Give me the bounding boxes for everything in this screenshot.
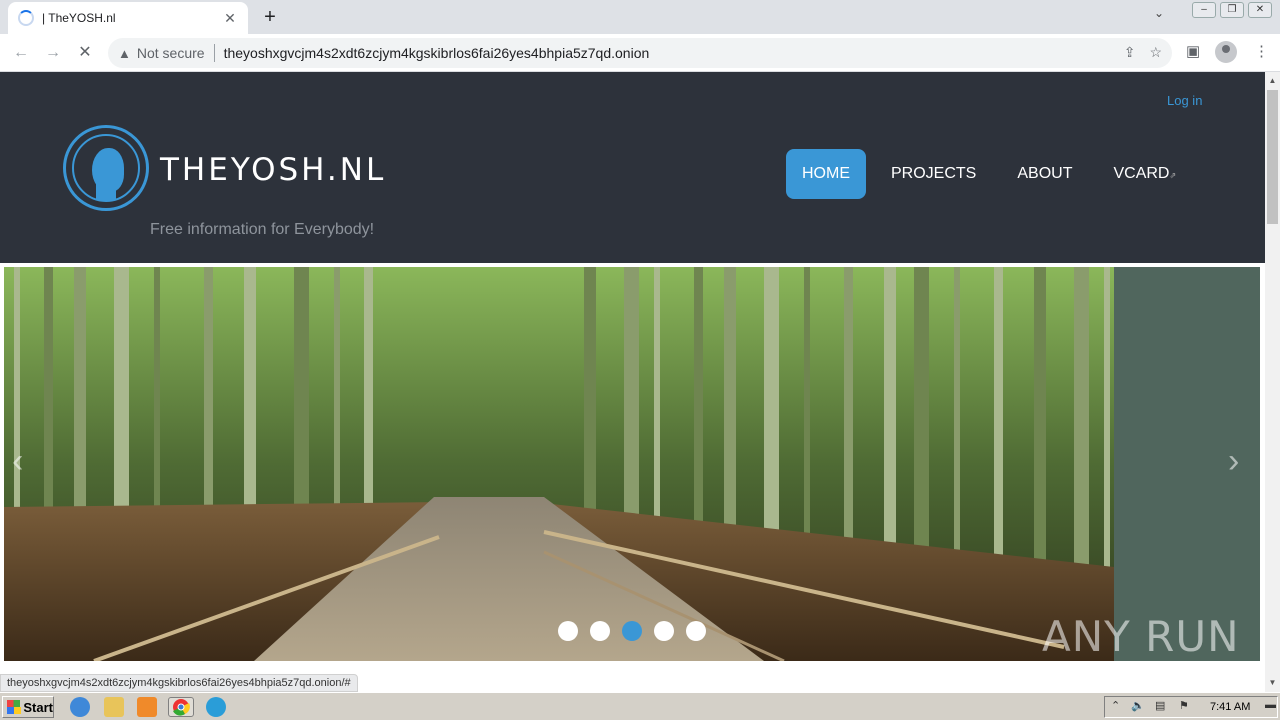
loading-spinner-icon bbox=[18, 10, 34, 26]
carousel-dot[interactable] bbox=[622, 621, 642, 641]
bamboo-stalk bbox=[994, 267, 1003, 597]
carousel-dot[interactable] bbox=[558, 621, 578, 641]
scroll-up-icon[interactable]: ▲ bbox=[1265, 74, 1280, 88]
chrome-taskbar-button[interactable] bbox=[168, 697, 194, 717]
bamboo-stalk bbox=[954, 267, 960, 597]
nav-about[interactable]: ABOUT bbox=[1001, 149, 1088, 199]
close-window-button[interactable]: ✕ bbox=[1248, 2, 1272, 18]
profile-avatar-icon[interactable] bbox=[1215, 41, 1237, 63]
windows-taskbar: Start ⌃ 🔈 ▤ ⚑ ▬ 7:41 AM bbox=[0, 692, 1280, 720]
bamboo-forest-image bbox=[4, 267, 1260, 661]
omnibox-actions: ⇪ ☆ bbox=[1124, 44, 1162, 61]
edge-icon[interactable] bbox=[206, 697, 226, 717]
tray-expand-icon[interactable]: ⌃ bbox=[1111, 699, 1120, 712]
action-center-flag-icon[interactable]: ⚑ bbox=[1179, 699, 1189, 712]
bamboo-stalk bbox=[1074, 267, 1089, 597]
logo-ring bbox=[72, 134, 140, 202]
bamboo-stalk bbox=[1104, 267, 1110, 597]
chrome-icon bbox=[173, 699, 190, 716]
minimize-button[interactable]: – bbox=[1192, 2, 1216, 18]
bamboo-stalk bbox=[1034, 267, 1046, 597]
tab-title: | TheYOSH.nl bbox=[42, 11, 116, 25]
carousel-next-icon[interactable]: › bbox=[1228, 442, 1239, 481]
login-link[interactable]: Log in bbox=[1167, 93, 1202, 108]
windows-logo-icon bbox=[7, 700, 22, 714]
browser-tab[interactable]: | TheYOSH.nl ✕ bbox=[8, 2, 248, 34]
carousel-dot[interactable] bbox=[686, 621, 706, 641]
side-panel-icon[interactable]: ▣ bbox=[1186, 42, 1200, 60]
anyrun-watermark: ANY RUN bbox=[1042, 612, 1240, 661]
url-text[interactable]: theyoshxgvcjm4s2xdt6zcjym4kgskibrlos6fai… bbox=[224, 45, 650, 61]
carousel-dot[interactable] bbox=[590, 621, 610, 641]
site-logo-icon[interactable] bbox=[63, 125, 149, 211]
restore-button[interactable]: ❐ bbox=[1220, 2, 1244, 18]
omnibox-divider bbox=[213, 44, 215, 62]
stop-loading-icon[interactable]: ✕ bbox=[74, 42, 96, 64]
system-tray: ⌃ 🔈 ▤ ⚑ ▬ bbox=[1104, 696, 1278, 718]
new-tab-button[interactable]: + bbox=[258, 5, 282, 29]
start-label: Start bbox=[23, 699, 53, 715]
tab-search-icon[interactable]: ⌄ bbox=[1154, 6, 1164, 20]
link-status-bar: theyoshxgvcjm4s2xdt6zcjym4kgskibrlos6fai… bbox=[0, 674, 358, 692]
image-carousel[interactable]: ‹ › ANY RUN bbox=[4, 267, 1260, 661]
start-button[interactable]: Start bbox=[2, 696, 54, 718]
nav-vcard-label: VCARD bbox=[1113, 165, 1170, 182]
ie-icon[interactable] bbox=[70, 697, 90, 717]
close-tab-icon[interactable]: ✕ bbox=[222, 10, 238, 27]
back-icon[interactable]: ← bbox=[10, 42, 32, 64]
tab-strip: | TheYOSH.nl ✕ + ⌄ – ❐ ✕ bbox=[0, 0, 1280, 34]
carousel-dot[interactable] bbox=[654, 621, 674, 641]
warning-icon: ▲ bbox=[118, 45, 131, 61]
network-icon[interactable]: ▤ bbox=[1155, 699, 1165, 712]
scroll-thumb[interactable] bbox=[1267, 90, 1278, 224]
logo-neck-silhouette bbox=[96, 184, 116, 200]
web-page: Log in THEYOSH.NL Free information for E… bbox=[0, 72, 1265, 692]
carousel-indicators bbox=[558, 621, 706, 641]
taskbar-clock[interactable]: 7:41 AM bbox=[1210, 701, 1250, 713]
explorer-icon[interactable] bbox=[104, 697, 124, 717]
external-link-icon: ⇗ bbox=[1169, 171, 1177, 180]
nav-projects[interactable]: PROJECTS bbox=[875, 149, 992, 199]
browser-toolbar: ← → ✕ ▲ Not secure theyoshxgvcjm4s2xdt6z… bbox=[0, 34, 1280, 72]
media-player-icon[interactable] bbox=[137, 697, 157, 717]
volume-icon[interactable]: 🔈 bbox=[1131, 699, 1145, 712]
forward-icon[interactable]: → bbox=[42, 42, 64, 64]
site-header: Log in THEYOSH.NL Free information for E… bbox=[0, 72, 1265, 263]
share-icon[interactable]: ⇪ bbox=[1124, 44, 1136, 61]
not-secure-label[interactable]: Not secure bbox=[137, 45, 205, 61]
bookmark-star-icon[interactable]: ☆ bbox=[1149, 44, 1162, 61]
address-bar[interactable]: ▲ Not secure theyoshxgvcjm4s2xdt6zcjym4k… bbox=[108, 38, 1172, 68]
site-brand[interactable]: THEYOSH.NL bbox=[160, 152, 386, 188]
scroll-down-icon[interactable]: ▼ bbox=[1265, 676, 1280, 690]
nav-home[interactable]: HOME bbox=[786, 149, 866, 199]
site-tagline: Free information for Everybody! bbox=[150, 221, 375, 238]
main-nav: HOME PROJECTS ABOUT VCARD⇗ bbox=[786, 149, 1201, 199]
window-controls: – ❐ ✕ bbox=[1192, 2, 1272, 18]
nav-vcard[interactable]: VCARD⇗ bbox=[1097, 149, 1192, 199]
page-scrollbar[interactable]: ▲ ▼ bbox=[1265, 72, 1280, 692]
carousel-prev-icon[interactable]: ‹ bbox=[12, 442, 23, 481]
show-desktop-icon[interactable]: ▬ bbox=[1265, 699, 1276, 711]
menu-kebab-icon[interactable]: ⋮ bbox=[1254, 42, 1269, 60]
